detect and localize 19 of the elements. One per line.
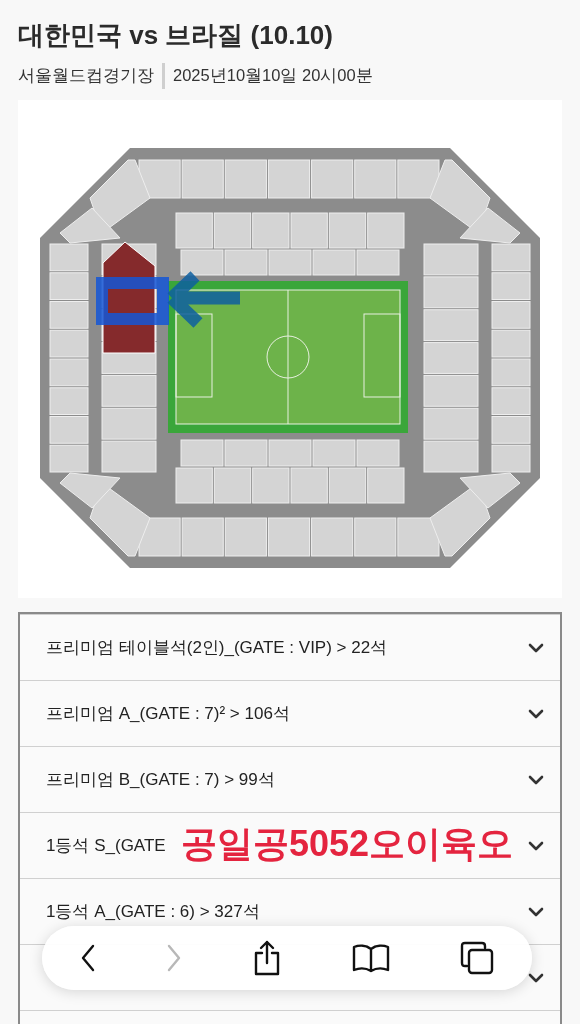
chevron-down-icon[interactable] xyxy=(528,708,544,719)
chevron-down-icon[interactable] xyxy=(528,972,544,983)
overlay-text: 공일공5052오이육오 xyxy=(181,822,514,866)
back-icon[interactable] xyxy=(80,944,96,972)
chevron-down-icon[interactable] xyxy=(528,906,544,917)
event-title: 대한민국 vs 브라질 (10.10) xyxy=(18,19,334,52)
chevron-down-icon[interactable] xyxy=(528,642,544,653)
seat-category-label[interactable]: 프리미엄 B_(GATE : 7) > 99석 xyxy=(46,768,275,791)
chevron-down-icon[interactable] xyxy=(528,774,544,785)
event-datetime: 2025년10월10일 20시00분 xyxy=(173,65,373,86)
venue-name: 서울월드컵경기장 xyxy=(18,65,154,86)
seat-category-label[interactable]: 1등석 A_(GATE : 6) > 327석 xyxy=(46,900,260,923)
share-icon[interactable] xyxy=(252,940,282,976)
chevron-down-icon[interactable] xyxy=(528,840,544,851)
book-icon[interactable] xyxy=(352,943,390,973)
seat-category-label[interactable]: 프리미엄 테이블석(2인)_(GATE : VIP) > 22석 xyxy=(46,636,388,659)
tabs-icon[interactable] xyxy=(460,941,494,975)
seat-category-label[interactable]: 1등석 S_(GATE xyxy=(46,834,166,857)
seat-category-label[interactable]: 프리미엄 A_(GATE : 7)² > 106석 xyxy=(46,702,290,725)
